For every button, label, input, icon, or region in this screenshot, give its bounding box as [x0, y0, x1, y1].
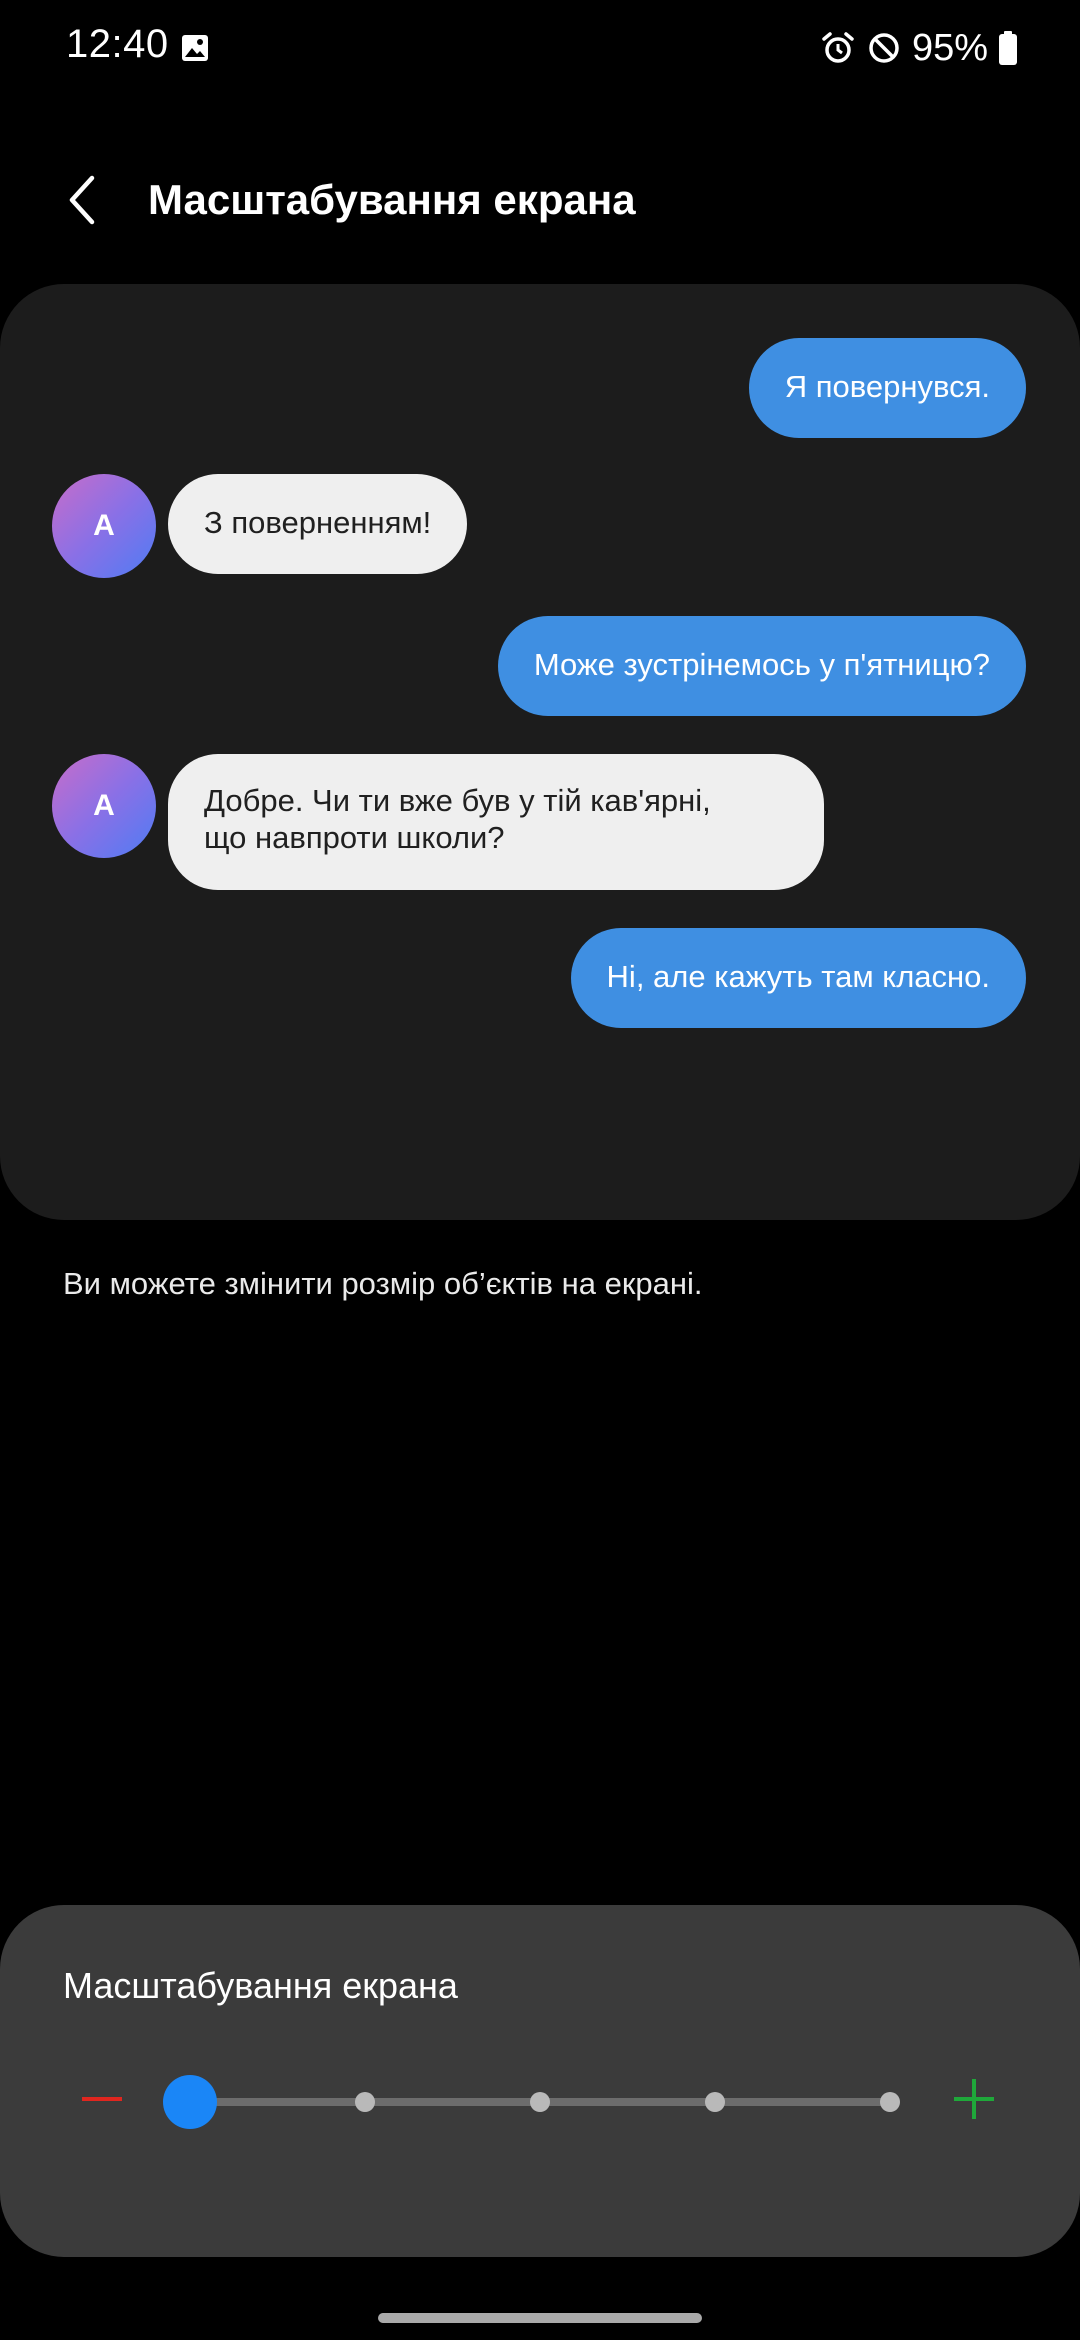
battery-icon — [998, 30, 1018, 66]
avatar-initial: A — [93, 509, 115, 542]
message-outgoing: Ні, але кажуть там класно. — [570, 928, 1026, 1028]
slider-stop[interactable] — [530, 2092, 550, 2112]
message-text: Ні, але кажуть там класно. — [606, 959, 990, 994]
avatar: A — [52, 474, 156, 578]
zoom-slider[interactable] — [160, 2055, 920, 2147]
header: Масштабування екрана — [0, 150, 1080, 254]
slider-stop[interactable] — [705, 2092, 725, 2112]
zoom-out-button[interactable] — [76, 2075, 128, 2127]
home-indicator[interactable] — [378, 2313, 702, 2323]
status-time: 12:40 — [66, 22, 169, 66]
chevron-left-icon — [62, 172, 102, 233]
avatar-initial: A — [93, 789, 115, 822]
message-incoming: Добре. Чи ти вже був у тій кав'ярні, що … — [168, 754, 824, 890]
minus-icon — [80, 2077, 124, 2126]
message-text: Може зустрінемось у п'ятницю? — [533, 647, 990, 682]
plus-icon — [952, 2077, 996, 2126]
message-incoming: З поверненням! — [168, 474, 468, 574]
message-outgoing: Я повернувся. — [748, 338, 1026, 438]
zoom-panel: Масштабування екрана — [0, 1905, 1080, 2257]
message-text-line: що навпроти школи? — [204, 820, 505, 855]
message-text: Я повернувся. — [784, 369, 990, 404]
status-bar: 12:40 95% — [0, 0, 1080, 96]
avatar: A — [52, 754, 156, 858]
message-outgoing: Може зустрінемось у п'ятницю? — [497, 616, 1026, 716]
slider-thumb[interactable] — [163, 2075, 217, 2129]
slider-stop[interactable] — [355, 2092, 375, 2112]
gallery-icon — [180, 33, 210, 63]
alarm-icon — [820, 30, 856, 66]
zoom-preview-card: Я повернувся. A З поверненням! Може зуст… — [0, 284, 1080, 1220]
zoom-panel-title: Масштабування екрана — [63, 1965, 458, 2006]
back-button[interactable] — [44, 164, 120, 240]
description-text: Ви можете змінити розмір об’єктів на екр… — [63, 1266, 703, 1301]
message-text: З поверненням! — [204, 505, 432, 540]
battery-percent: 95% — [911, 26, 988, 69]
status-icons: 95% — [820, 22, 1018, 74]
zoom-in-button[interactable] — [948, 2075, 1000, 2127]
message-text-line: Добре. Чи ти вже був у тій кав'ярні, — [204, 783, 711, 818]
slider-stop[interactable] — [880, 2092, 900, 2112]
do-not-disturb-icon — [866, 30, 902, 66]
page-title: Масштабування екрана — [148, 176, 636, 223]
